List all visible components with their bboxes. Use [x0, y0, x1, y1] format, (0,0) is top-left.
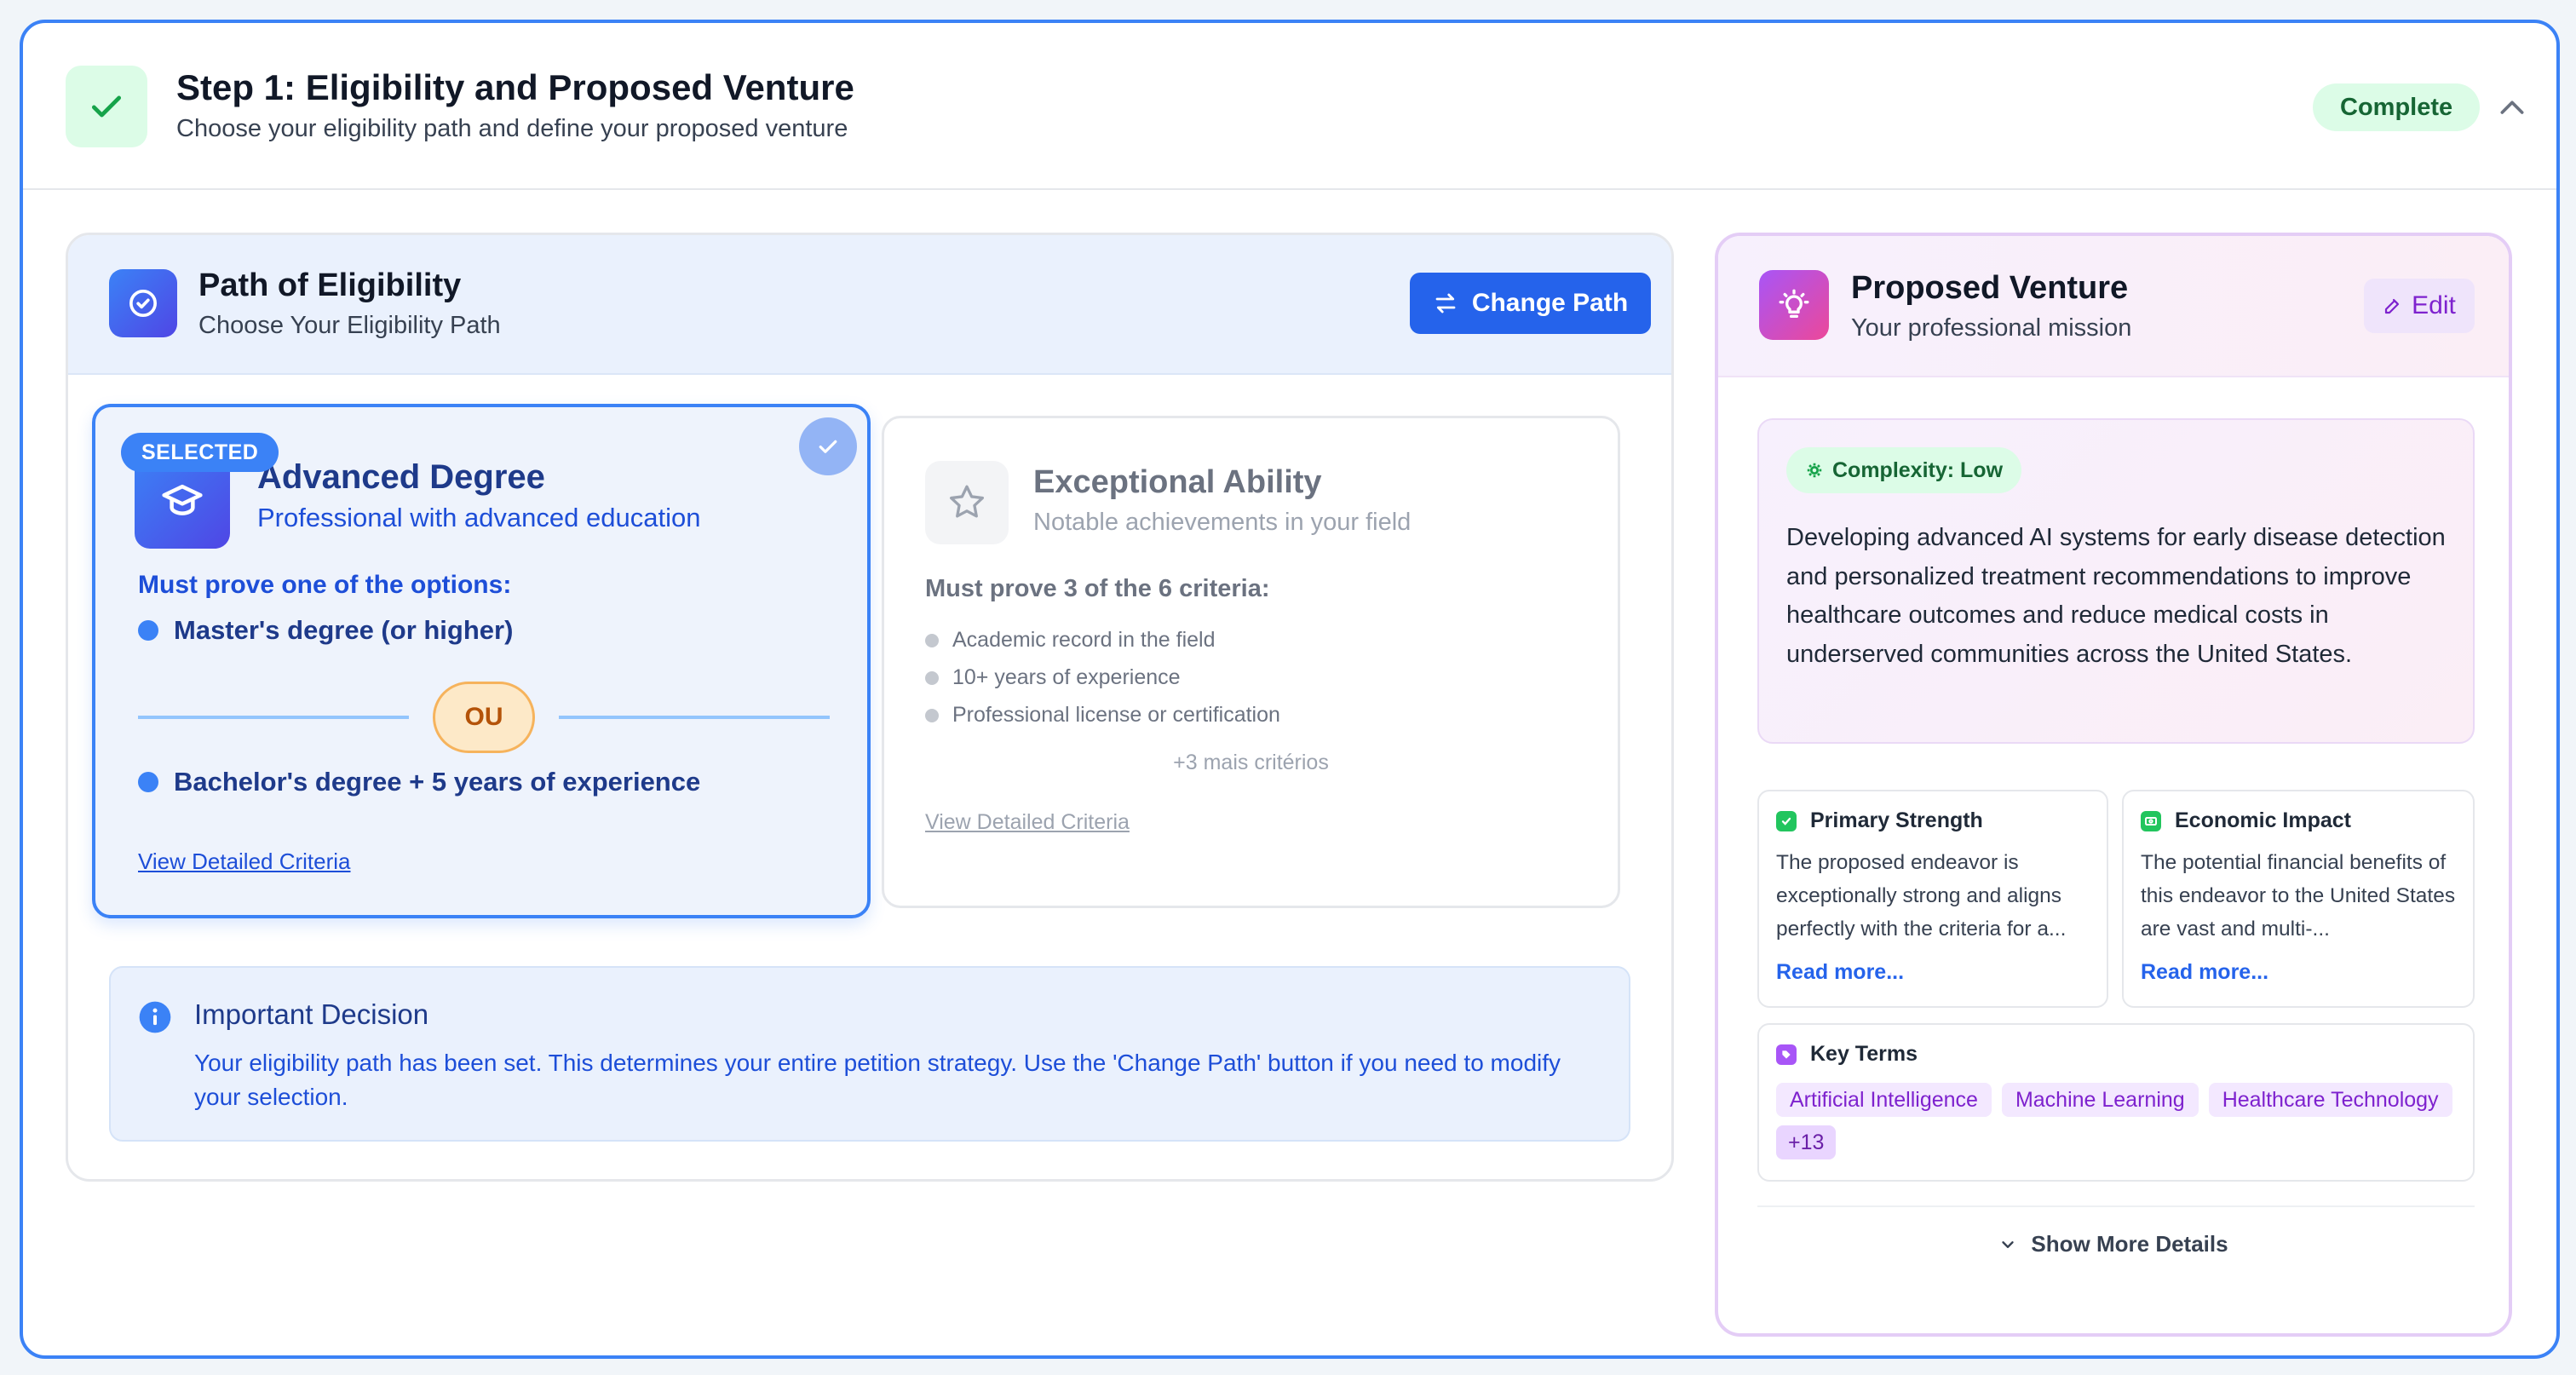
primary-strength-text: The proposed endeavor is exceptionally s…: [1776, 851, 2067, 941]
or-separator: OU: [433, 682, 535, 753]
exceptional-title: Exceptional Ability: [1033, 464, 1322, 500]
star-icon: [925, 461, 1009, 544]
venture-title: Proposed Venture: [1851, 270, 2129, 306]
step-check-icon: [66, 66, 147, 147]
step-title: Step 1: Eligibility and Proposed Venture: [176, 67, 854, 107]
venture-description: Developing advanced AI systems for early…: [1786, 524, 2446, 668]
divider-left: [138, 716, 409, 719]
tag-icon: [1776, 1044, 1797, 1065]
chevron-up-icon[interactable]: [2495, 91, 2529, 125]
criteria-label: Professional license or certification: [952, 703, 1280, 727]
venture-subtitle: Your professional mission: [1851, 314, 2132, 342]
edit-label: Edit: [2412, 291, 2456, 319]
show-more-details-button[interactable]: Show More Details: [1718, 1231, 2509, 1257]
key-term-tag: Artificial Intelligence: [1776, 1083, 1992, 1117]
important-decision-notice: Important Decision Your eligibility path…: [109, 966, 1630, 1142]
advanced-degree-card[interactable]: SELECTED Advanced Degree Professional wi…: [92, 404, 871, 918]
divider-right: [559, 716, 830, 719]
bullet-dot: [138, 620, 158, 641]
badge-check-icon: [109, 269, 177, 337]
decision-text: Your eligibility path has been set. This…: [194, 1050, 1561, 1110]
selected-check-icon: [799, 417, 857, 475]
show-more-label: Show More Details: [2031, 1231, 2228, 1257]
primary-strength-card: Primary Strength The proposed endeavor i…: [1757, 790, 2108, 1008]
bullet-dot: [925, 633, 939, 647]
decision-title: Important Decision: [194, 998, 429, 1030]
option-bachelors: Bachelor's degree + 5 years of experienc…: [138, 767, 700, 797]
key-terms-card: Key Terms Artificial Intelligence Machin…: [1757, 1023, 2475, 1182]
economic-impact-header: Economic Impact: [2141, 808, 2351, 833]
advanced-degree-title: Advanced Degree: [257, 458, 545, 496]
criteria-item: Academic record in the field: [925, 628, 1215, 653]
economic-impact-title: Economic Impact: [2175, 808, 2351, 832]
option-bachelors-label: Bachelor's degree + 5 years of experienc…: [174, 767, 701, 797]
key-term-tag: Healthcare Technology: [2208, 1083, 2452, 1117]
key-terms-title: Key Terms: [1810, 1042, 1918, 1066]
swap-icon: [1435, 293, 1456, 314]
primary-strength-header: Primary Strength: [1776, 808, 1983, 833]
divider: [1757, 1205, 2475, 1207]
bullet-dot: [138, 772, 158, 792]
exceptional-ability-card[interactable]: Exceptional Ability Notable achievements…: [882, 416, 1620, 908]
step-subtitle: Choose your eligibility path and define …: [176, 115, 848, 142]
criteria-label: 10+ years of experience: [952, 665, 1181, 689]
economic-impact-text: The potential financial benefits of this…: [2141, 851, 2456, 941]
money-icon: [2141, 810, 2161, 831]
exceptional-criteria-link[interactable]: View Detailed Criteria: [925, 810, 1130, 835]
exceptional-subtitle: Notable achievements in your field: [1033, 509, 1412, 536]
venture-header: Proposed Venture Your professional missi…: [1718, 236, 2509, 377]
impact-read-more-link[interactable]: Read more...: [2141, 960, 2268, 985]
info-icon: [138, 1000, 172, 1034]
chevron-down-icon: [2002, 1240, 2015, 1248]
key-term-tag: Machine Learning: [2001, 1083, 2199, 1117]
criteria-item: Professional license or certification: [925, 703, 1280, 728]
key-terms-header: Key Terms: [1776, 1042, 1918, 1067]
proposed-venture-panel: Proposed Venture Your professional missi…: [1715, 233, 2512, 1337]
option-masters-label: Master's degree (or higher): [174, 615, 514, 645]
step-card: Step 1: Eligibility and Proposed Venture…: [20, 20, 2560, 1359]
advanced-degree-subtitle: Professional with advanced education: [257, 503, 701, 532]
eligibility-subtitle: Choose Your Eligibility Path: [198, 312, 501, 339]
criteria-label: Academic record in the field: [952, 628, 1216, 652]
edit-icon: [2385, 298, 2400, 314]
step-header[interactable]: Step 1: Eligibility and Proposed Venture…: [23, 23, 2556, 190]
change-path-label: Change Path: [1471, 289, 1629, 317]
option-masters: Master's degree (or higher): [138, 615, 513, 646]
advanced-must-prove: Must prove one of the options:: [138, 571, 512, 599]
selected-badge: SELECTED: [121, 433, 279, 472]
strength-read-more-link[interactable]: Read more...: [1776, 960, 1904, 985]
eligibility-panel: Path of Eligibility Choose Your Eligibil…: [66, 233, 1674, 1182]
bullet-dot: [925, 670, 939, 685]
advanced-criteria-link[interactable]: View Detailed Criteria: [138, 849, 351, 875]
status-badge: Complete: [2313, 83, 2481, 131]
bullet-dot: [925, 708, 939, 722]
change-path-button[interactable]: Change Path: [1410, 273, 1651, 334]
complexity-label: Complexity: Low: [1832, 457, 2004, 482]
more-terms-badge[interactable]: +13: [1776, 1125, 1837, 1159]
edit-button[interactable]: Edit: [2364, 279, 2475, 333]
exceptional-must-prove: Must prove 3 of the 6 criteria:: [925, 575, 1270, 602]
criteria-item: 10+ years of experience: [925, 665, 1181, 690]
venture-description-box: Complexity: Low Developing advanced AI s…: [1757, 418, 2475, 744]
eligibility-title: Path of Eligibility: [198, 268, 462, 303]
eligibility-header: Path of Eligibility Choose Your Eligibil…: [68, 235, 1671, 375]
primary-strength-title: Primary Strength: [1810, 808, 1983, 832]
more-criteria: +3 mais critérios: [1173, 751, 1329, 774]
gear-icon: [1807, 463, 1822, 478]
shield-check-icon: [1776, 810, 1797, 831]
economic-impact-card: Economic Impact The potential financial …: [2122, 790, 2475, 1008]
key-terms-list: Artificial Intelligence Machine Learning…: [1776, 1083, 2458, 1159]
lightbulb-icon: [1759, 270, 1829, 340]
complexity-badge: Complexity: Low: [1786, 447, 2022, 493]
